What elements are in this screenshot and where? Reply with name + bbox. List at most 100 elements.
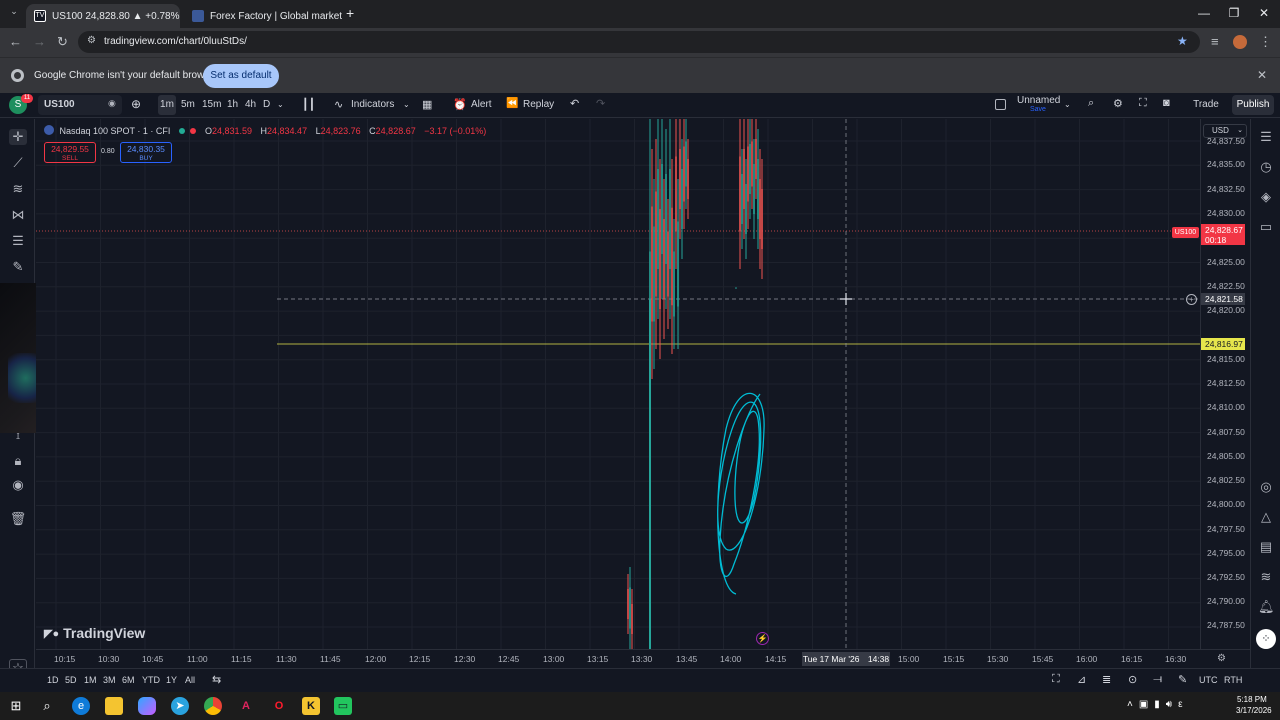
symbol-search-input[interactable]: US100 ◉ [38,95,122,115]
back-icon[interactable]: ← [9,34,22,49]
forecast-tool-icon[interactable]: ☰ [9,233,27,249]
close-window-icon[interactable]: ✕ [1249,6,1279,20]
chat-icon[interactable]: ▭ [1258,219,1274,235]
menu-icon[interactable]: ⋮ [1259,34,1272,50]
pattern-tool-icon[interactable]: ⋈ [9,207,27,223]
search-icon[interactable]: ⌕ [38,697,56,715]
interval-1m[interactable]: 1m [158,95,176,115]
alerts-clock-icon[interactable]: ◷ [1258,159,1274,175]
app-terminal-icon[interactable]: ▭ [334,697,352,715]
auto-scale-icon[interactable]: ⊿ [1077,673,1086,686]
reload-icon[interactable]: ↻ [57,34,68,50]
interval-5m[interactable]: 5m [181,99,195,110]
close-infobar-icon[interactable]: ✕ [1257,68,1267,82]
lock-tool-icon[interactable]: 🔒︎ [9,453,27,469]
layout-checkbox[interactable] [995,99,1006,110]
indicators-button[interactable]: Indicators [351,99,394,110]
go-to-date-icon[interactable]: ⇆ [212,673,221,686]
media-icon[interactable]: ≡ [1211,34,1219,49]
apps-grid-icon[interactable]: ⁘ [1256,629,1276,649]
interval-4h[interactable]: 4h [245,99,256,110]
trade-button[interactable]: Trade [1186,95,1226,115]
interval-dropdown-icon[interactable]: ⌄ [277,100,284,109]
settings-icon[interactable]: ⚙ [1113,97,1123,110]
edge-icon[interactable]: e [72,697,90,715]
interval-D[interactable]: D [263,99,270,110]
tab-search-icon[interactable]: ⌄ [6,6,22,22]
range-1m[interactable]: 1M [84,675,97,685]
new-tab-icon[interactable]: + [346,5,354,21]
app-k-icon[interactable]: K [302,697,320,715]
sell-button[interactable]: 24,829.55 SELL [44,142,96,163]
visibility-tool-icon[interactable]: ◉ [9,477,27,493]
forward-icon[interactable]: → [33,34,46,49]
time-axis[interactable]: 10:15 10:30 10:45 11:00 11:15 11:30 11:45 12:00… [36,649,1250,668]
range-3m[interactable]: 3M [103,675,116,685]
rth-label[interactable]: RTH [1224,675,1242,685]
file-explorer-icon[interactable] [105,697,123,715]
layout-name[interactable]: Unnamed [1017,95,1060,106]
indicators-dropdown-icon[interactable]: ⌄ [403,100,410,109]
percent-scale-icon[interactable]: ⊙ [1128,673,1137,686]
set-as-default-button[interactable]: Set as default [203,64,279,88]
screenshot-icon[interactable]: ⛶ [1052,673,1060,686]
app-a-icon[interactable]: A [237,697,255,715]
buy-button[interactable]: 24,830.35 BUY [120,142,172,163]
brush-tool-icon[interactable]: ✎ [9,259,27,275]
interval-1h[interactable]: 1h [227,99,238,110]
layout-dropdown-icon[interactable]: ⌄ [1064,100,1071,109]
compare-symbol-icon[interactable]: ⊕ [131,97,141,111]
range-1y[interactable]: 1Y [166,675,177,685]
browser-tab-forexfactory[interactable]: Forex Factory | Global markets f ✕ [184,4,342,28]
address-bar[interactable]: ⚙ tradingview.com/chart/0luuStDs/ ★ [78,31,1200,53]
add-alert-plus-icon[interactable]: + [1186,294,1197,305]
restore-icon[interactable]: ❐ [1219,6,1249,20]
undo-icon[interactable]: ↶ [570,97,579,110]
publish-button[interactable]: Publish [1232,95,1274,115]
chart-pane[interactable]: ◤● TradingView ⚡ [36,119,1200,649]
system-tray-icons[interactable]: ˄▣▮🔊︎ε [1127,699,1189,710]
layouts-icon[interactable]: ▦ [422,98,432,111]
trendline-tool-icon[interactable]: ⟋ [9,155,27,171]
opera-icon[interactable]: O [270,697,288,715]
candle-type-icon[interactable]: ┃┃ [302,98,315,111]
range-all[interactable]: All [185,675,195,685]
windows-start-icon[interactable]: ⊞ [7,697,25,715]
line-tool-icon[interactable]: ⟞ [1153,673,1162,686]
browser-tab-tradingview[interactable]: TV US100 24,828.80 ▲ +0.78% Un ✕ [26,4,180,28]
alert-button[interactable]: Alert [471,99,492,110]
range-5d[interactable]: 5D [65,675,77,685]
range-ytd[interactable]: YTD [142,675,160,685]
range-1d[interactable]: 1D [47,675,59,685]
copilot-icon[interactable] [138,697,156,715]
watchlist-icon[interactable]: ☰ [1258,129,1274,145]
ideas-icon[interactable]: ◎ [1258,479,1274,495]
interval-15m[interactable]: 15m [202,99,221,110]
notifications-bell-icon[interactable]: 🔔︎ [1258,599,1275,615]
log-scale-icon[interactable]: ≣ [1102,673,1111,686]
fib-tool-icon[interactable]: ≋ [9,181,27,197]
pine-icon[interactable]: △ [1258,509,1274,525]
redo-icon[interactable]: ↷ [596,97,605,110]
telegram-icon[interactable]: ➤ [171,697,189,715]
replay-button[interactable]: Replay [523,99,554,110]
pencil-icon[interactable]: ✎ [1178,673,1187,686]
trash-tool-icon[interactable]: 🗑︎ [9,511,27,527]
fullscreen-icon[interactable]: ⛶ [1139,97,1147,110]
event-marker-icon[interactable]: ⚡ [756,632,769,645]
legend-title[interactable]: Nasdaq 100 SPOT · 1 · CFI [60,126,171,136]
stream-icon[interactable]: ≋ [1258,569,1274,585]
crosshair-tool-icon[interactable]: ✛ [9,129,27,145]
timezone-settings-icon[interactable]: ⚙ [1217,653,1226,664]
symbol-info-icon[interactable]: ◉ [108,98,116,109]
snapshot-icon[interactable]: ◙ [1163,97,1170,109]
utc-label[interactable]: UTC [1199,675,1218,685]
calendar-icon[interactable]: ▤ [1258,539,1274,555]
object-tree-icon[interactable]: ◈ [1258,189,1274,205]
chart-canvas[interactable] [36,119,1200,649]
chrome-taskbar-icon[interactable] [204,697,222,715]
site-info-icon[interactable]: ⚙ [87,35,96,46]
bookmark-star-icon[interactable]: ★ [1177,34,1188,48]
minimize-icon[interactable]: — [1189,6,1219,20]
profile-avatar[interactable] [1233,35,1247,49]
